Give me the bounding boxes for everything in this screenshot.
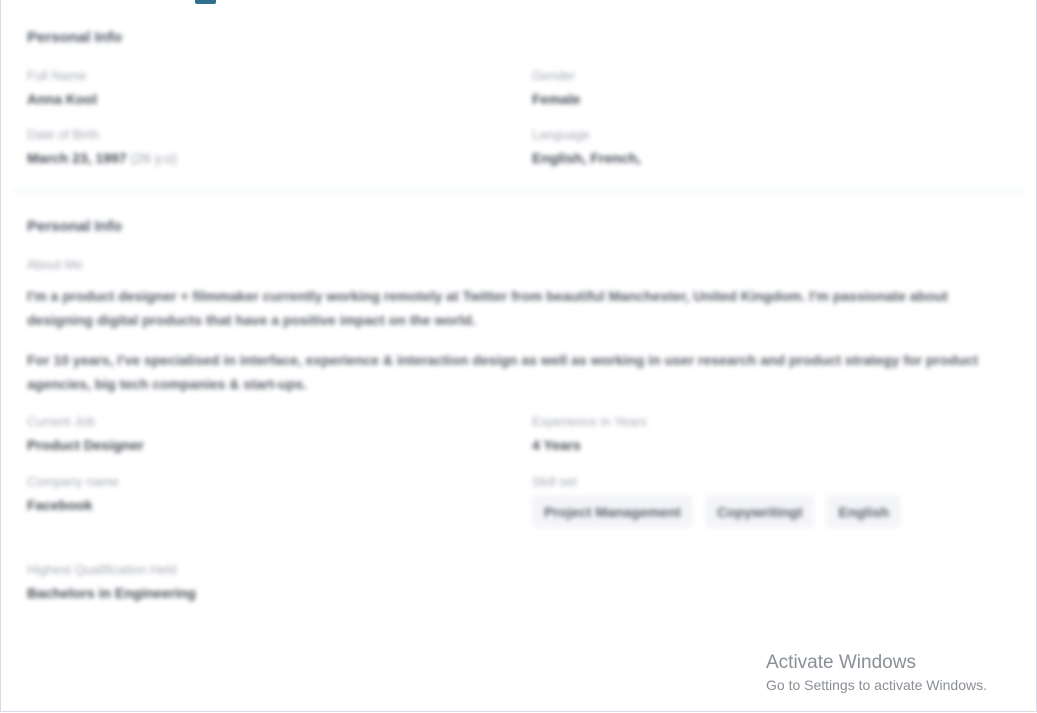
about-paragraph-1: I'm a product designer + filmmaker curre… <box>27 288 948 328</box>
experience-label: Experience in Years <box>532 414 647 429</box>
language-value: English, French, <box>532 150 641 166</box>
experience-value: 4 Years <box>532 437 581 453</box>
gender-label: Gender <box>532 68 576 83</box>
about-section-title: Personal Info <box>27 218 123 235</box>
full-name-value: Anna Kool <box>27 91 97 107</box>
current-job-value: Product Designer <box>27 437 144 453</box>
company-value: Facebook <box>27 497 93 513</box>
current-job-label: Current Job <box>27 414 95 429</box>
profile-panel: Personal Info Full Name Anna Kool Gender… <box>0 0 1037 712</box>
skill-chip: Copywritingt <box>704 495 815 528</box>
skill-chip: Project Management <box>532 495 693 528</box>
skill-set-label: Skill set <box>532 474 577 489</box>
watermark-subtitle: Go to Settings to activate Windows. <box>766 677 987 693</box>
company-label: Company name <box>27 474 119 489</box>
qualification-value: Bachelors in Engineering <box>27 585 196 601</box>
full-name-label: Full Name <box>27 68 87 83</box>
dob-label: Date of Birth <box>27 127 100 142</box>
qualification-label: Highest Qualification Held <box>27 562 177 577</box>
skill-chip-list: Project Management Copywritingt English <box>532 495 902 528</box>
gender-value: Female <box>532 91 581 107</box>
about-paragraph-2: For 10 years, I've specialised in interf… <box>27 352 978 392</box>
skill-chip: English <box>826 495 902 528</box>
profile-content: Personal Info Full Name Anna Kool Gender… <box>1 0 1036 713</box>
language-label: Language <box>532 127 590 142</box>
dob-value: March 23, 1997 (26 y.o) <box>27 150 177 166</box>
activate-windows-watermark: Activate Windows Go to Settings to activ… <box>766 651 987 696</box>
personal-info-title: Personal Info <box>27 29 123 46</box>
dob-date: March 23, 1997 <box>27 150 127 166</box>
section-divider <box>13 190 1025 192</box>
about-me-label: About Me <box>27 257 83 272</box>
dob-age: (26 y.o) <box>130 150 177 166</box>
watermark-title: Activate Windows <box>766 652 916 673</box>
